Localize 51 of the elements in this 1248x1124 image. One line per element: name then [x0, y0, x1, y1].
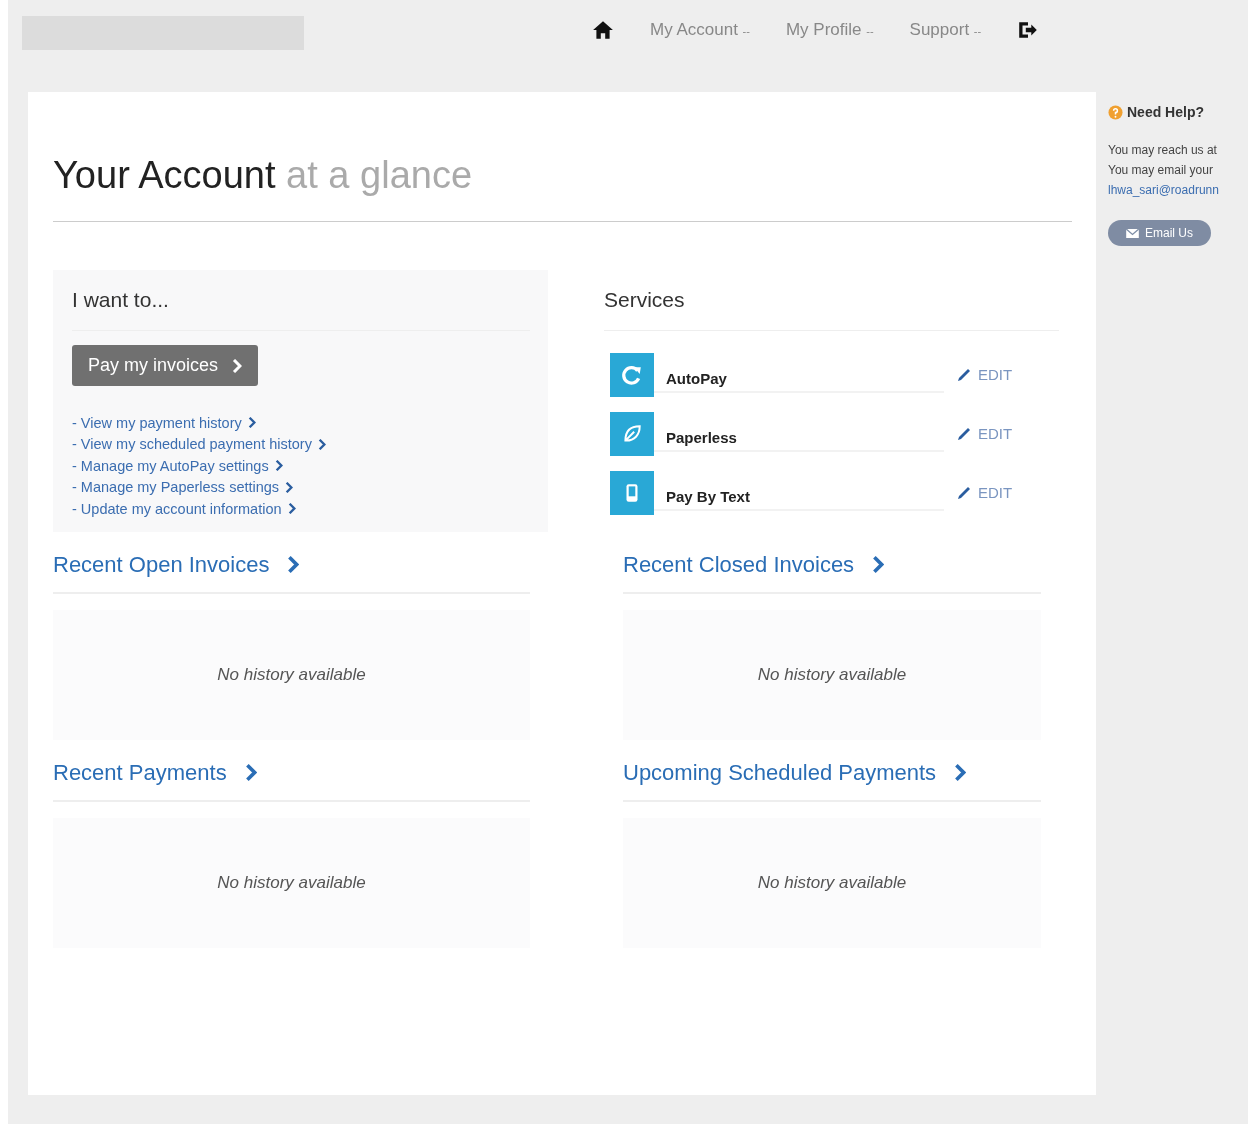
pencil-icon	[956, 366, 972, 383]
empty-message: No history available	[757, 872, 907, 893]
home-icon[interactable]	[592, 20, 614, 40]
nav-menu[interactable]: My Profile --	[785, 20, 874, 40]
help-icon	[1108, 104, 1123, 120]
panel-title-link[interactable]: Upcoming Scheduled Payments	[623, 759, 937, 786]
chevron-icon	[954, 764, 967, 781]
section-heading: Services	[604, 288, 686, 312]
chevron-icon	[274, 460, 283, 472]
help-title: Need Help?	[1127, 104, 1204, 120]
page-title: Your Account	[53, 154, 276, 196]
chevron-icon	[317, 438, 326, 450]
chevron-icon	[287, 503, 296, 515]
action-link[interactable]: - View my payment history	[72, 414, 242, 431]
chevron-icon	[247, 417, 256, 429]
leaf-icon	[610, 411, 654, 456]
edit-link[interactable]: EDIT	[956, 484, 1013, 501]
email-us-button[interactable]: Email Us	[1108, 220, 1211, 246]
pencil-icon	[956, 425, 972, 442]
service-name: AutoPay	[654, 362, 944, 393]
pencil-icon	[956, 484, 972, 501]
panel-title-link[interactable]: Recent Payments	[53, 759, 227, 786]
action-link[interactable]: - Update my account information	[72, 500, 282, 517]
panel-title-link[interactable]: Recent Open Invoices	[53, 551, 270, 578]
service-name: Pay By Text	[654, 480, 944, 511]
chevron-icon	[232, 358, 243, 373]
chevron-icon	[244, 764, 257, 781]
panel-title-link[interactable]: Recent Closed Invoices	[623, 551, 855, 578]
empty-message: No history available	[217, 872, 366, 893]
phone-icon	[610, 470, 654, 515]
refresh-icon	[610, 352, 654, 397]
action-link[interactable]: - View my scheduled payment history	[72, 436, 312, 453]
action-link[interactable]: - Manage my Paperless settings	[72, 479, 280, 496]
help-text: You may email your	[1108, 162, 1214, 179]
section-heading: I want to...	[72, 288, 170, 312]
action-link[interactable]: - Manage my AutoPay settings	[72, 457, 269, 474]
help-text: You may reach us at	[1108, 142, 1218, 159]
chevron-icon	[872, 556, 885, 573]
page-subtitle: at a glance	[286, 154, 473, 196]
nav-menu[interactable]: Support --	[909, 20, 982, 40]
nav-menu[interactable]: My Account --	[650, 20, 750, 40]
empty-message: No history available	[217, 664, 366, 685]
empty-message: No history available	[757, 664, 907, 685]
service-name: Paperless	[654, 421, 944, 452]
email-link[interactable]: lhwa_sari@roadrunn	[1108, 183, 1219, 197]
envelope-icon	[1126, 228, 1139, 238]
chevron-icon	[287, 556, 300, 573]
chevron-icon	[285, 481, 294, 493]
edit-link[interactable]: EDIT	[956, 366, 1013, 383]
edit-link[interactable]: EDIT	[956, 425, 1013, 442]
pay-invoices-button[interactable]: Pay my invoices	[72, 345, 259, 386]
